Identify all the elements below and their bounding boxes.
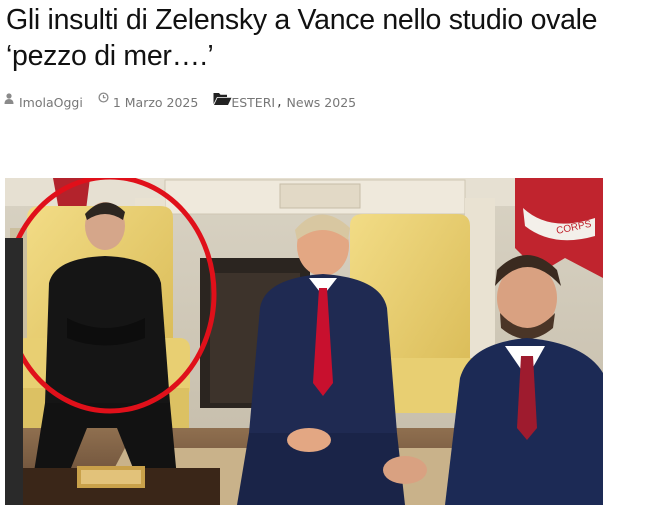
category-link-news-2025[interactable]: News 2025 xyxy=(287,95,357,110)
user-icon xyxy=(4,92,16,104)
folder-open-icon xyxy=(213,92,232,106)
author-link[interactable]: ImolaOggi xyxy=(19,95,83,110)
clock-icon xyxy=(98,91,110,103)
category-link-esteri[interactable]: ESTERI xyxy=(231,95,275,110)
publish-date: 1 Marzo 2025 xyxy=(112,94,199,110)
article-meta: ImolaOggi 1 Marzo 2025 ESTERI , News 202… xyxy=(4,92,356,112)
article-title: Gli insulti di Zelensky a Vance nello st… xyxy=(6,2,646,74)
author-meta: ImolaOggi xyxy=(4,92,83,110)
article-title-line-1: Gli insulti di Zelensky a Vance nello st… xyxy=(6,4,598,36)
date-meta: 1 Marzo 2025 xyxy=(98,92,199,110)
featured-photo-illustration: CORPS xyxy=(5,178,603,505)
article-title-line-2: ‘pezzo di mer….’ xyxy=(6,40,214,72)
category-separator: , xyxy=(277,94,282,110)
article-featured-image[interactable]: CORPS xyxy=(5,178,603,505)
category-meta: ESTERI , News 2025 xyxy=(213,92,357,110)
